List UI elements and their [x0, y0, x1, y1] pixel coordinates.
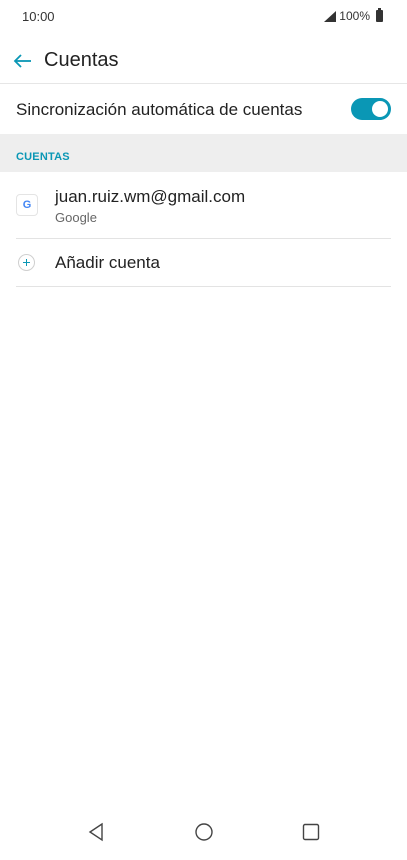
status-indicators: 100% [324, 8, 383, 23]
accounts-section-title: CUENTAS [16, 151, 70, 163]
arrow-left-icon[interactable] [10, 48, 36, 74]
google-icon: G [16, 194, 38, 216]
auto-sync-row[interactable]: Sincronización automática de cuentas [0, 84, 407, 134]
page-title: Cuentas [44, 49, 119, 71]
accounts-section-header: CUENTAS [0, 134, 407, 172]
account-email: juan.ruiz.wm@gmail.com [55, 187, 246, 206]
status-time: 10:00 [22, 9, 55, 24]
add-account-label: Añadir cuenta [55, 253, 160, 272]
status-bar: 10:00 100% [0, 0, 407, 32]
battery-icon [376, 8, 383, 22]
signal-icon [324, 10, 337, 22]
home-circle-icon[interactable] [190, 818, 218, 846]
account-item-google[interactable]: G juan.ruiz.wm@gmail.com Google [0, 172, 407, 238]
battery-level: 100% [339, 9, 370, 23]
system-nav-bar [0, 804, 407, 860]
recents-square-icon[interactable] [297, 818, 325, 846]
toggle-knob [372, 101, 388, 117]
app-bar: Cuentas [0, 40, 407, 84]
add-account-button[interactable]: Añadir cuenta [0, 239, 407, 286]
divider [16, 286, 391, 287]
plus-circle-icon [18, 254, 35, 271]
back-triangle-icon[interactable] [82, 818, 110, 846]
auto-sync-toggle[interactable] [351, 98, 391, 120]
account-type: Google [55, 210, 97, 225]
auto-sync-label: Sincronización automática de cuentas [16, 100, 303, 119]
